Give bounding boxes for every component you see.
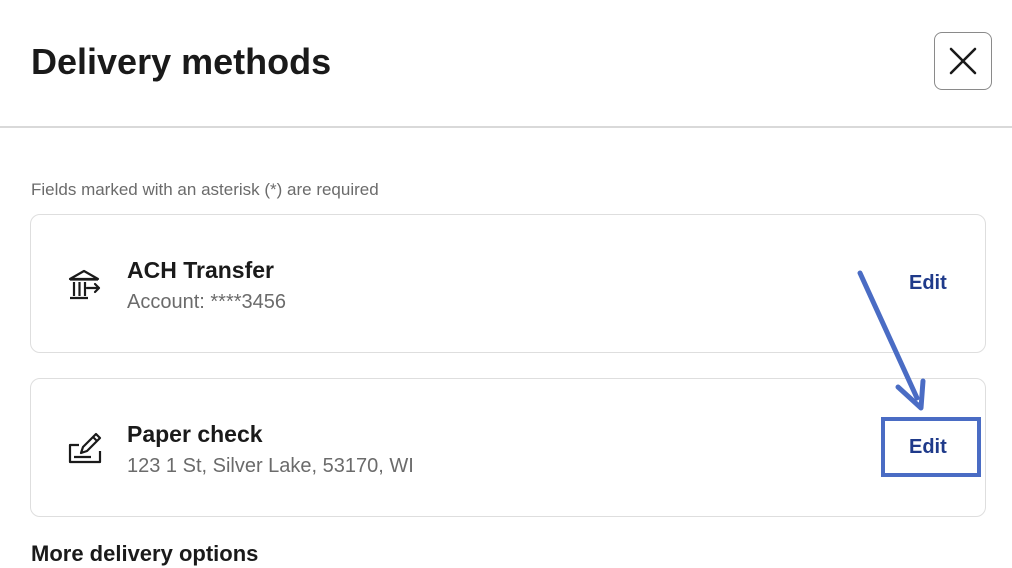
more-delivery-options-heading: More delivery options [31, 541, 259, 566]
close-icon [949, 47, 977, 75]
method-title: Paper check [127, 421, 263, 447]
method-detail: Account: ****3456 [127, 291, 287, 313]
check-sign-icon [68, 432, 102, 464]
bank-transfer-icon [68, 269, 101, 300]
delivery-method-card-paper-check: Paper check 123 1 St, Silver Lake, 53170… [30, 378, 986, 517]
method-detail: 123 1 St, Silver Lake, 53170, WI [127, 455, 414, 477]
edit-paper-check-button[interactable]: Edit [909, 435, 947, 459]
method-title: ACH Transfer [127, 257, 274, 283]
close-button[interactable] [934, 32, 992, 90]
required-fields-note: Fields marked with an asterisk (*) are r… [31, 180, 379, 199]
page-title: Delivery methods [31, 41, 332, 82]
edit-ach-button[interactable]: Edit [909, 271, 947, 295]
modal-header: Delivery methods [0, 0, 1012, 128]
delivery-method-card-ach: ACH Transfer Account: ****3456 Edit [30, 214, 986, 353]
